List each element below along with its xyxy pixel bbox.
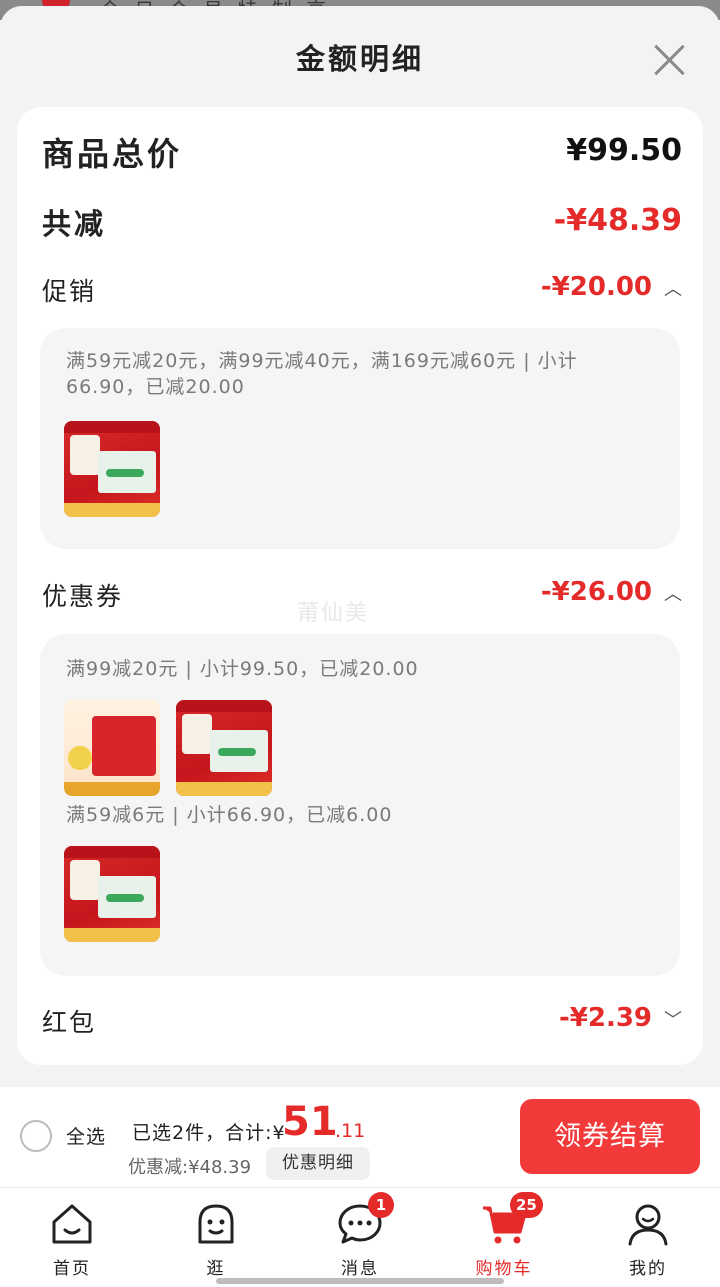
select-all-label[interactable]: 全选 <box>66 1122 106 1149</box>
discount-summary: 优惠减:¥48.39 <box>128 1157 252 1178</box>
detail-card: 商品总价 ¥99.50 共减 -¥48.39 促销 -¥20.00 ︿ 满59元减… <box>17 107 703 1065</box>
tab-browse[interactable]: 逛 <box>156 1188 276 1287</box>
total-reduction-row: 共减 -¥48.39 <box>42 201 682 245</box>
total-amount-integer: 51 <box>282 1099 338 1145</box>
tab-label: 购物车 <box>475 1259 533 1279</box>
total-price-label: 商品总价 <box>42 135 183 173</box>
promo-value-group: -¥20.00 ︿ <box>541 272 682 302</box>
promo-detail-box: 满59元减20元，满99元减40元，满169元减60元 | 小计66.90，已减… <box>40 328 680 549</box>
checkout-button[interactable]: 领券结算 <box>520 1099 700 1174</box>
chevron-down-icon[interactable]: ﹀ <box>652 1006 682 1032</box>
chevron-up-icon[interactable]: ︿ <box>652 580 682 606</box>
select-all-radio[interactable] <box>20 1120 52 1152</box>
red-packet-row[interactable]: 红包 -¥2.39 ﹀ <box>42 1003 682 1047</box>
cart-badge: 25 <box>510 1192 543 1218</box>
product-thumbnail-milk[interactable] <box>64 421 160 517</box>
selected-summary-label: 已选2件，合计:¥ <box>132 1122 286 1144</box>
tab-label: 消息 <box>341 1259 379 1279</box>
coupon-value: -¥26.00 <box>540 577 652 607</box>
product-thumbnail-milk[interactable] <box>64 846 160 942</box>
browse-icon <box>198 1204 234 1244</box>
total-price-row: 商品总价 ¥99.50 <box>42 129 682 173</box>
promo-description: 满59元减20元，满99元减40元，满169元减60元 | 小计66.90，已减… <box>66 350 578 398</box>
amount-detail-sheet: 金额明细 商品总价 ¥99.50 共减 -¥48.39 促销 -¥20.00 ︿ … <box>0 6 720 1086</box>
close-icon[interactable] <box>648 38 692 82</box>
tab-home[interactable]: 首页 <box>12 1188 132 1287</box>
red-packet-value-group: -¥2.39 ﹀ <box>559 1003 682 1033</box>
home-indicator <box>216 1278 504 1284</box>
total-price-value: ¥99.50 <box>566 133 682 168</box>
promo-row[interactable]: 促销 -¥20.00 ︿ <box>42 272 682 316</box>
chevron-up-icon[interactable]: ︿ <box>652 275 682 301</box>
sheet-title: 金额明细 <box>295 42 424 76</box>
product-thumbnail-juice[interactable] <box>64 700 160 796</box>
tab-label: 我的 <box>629 1259 667 1279</box>
coupon-description: 满59减6元 | 小计66.90，已减6.00 <box>66 804 393 826</box>
message-badge: 1 <box>368 1192 394 1218</box>
watermark: 莆仙美 <box>297 601 370 626</box>
coupon-detail-box: 满99减20元 | 小计99.50，已减20.00 满59减6元 | 小计66.… <box>40 634 680 976</box>
coupon-label: 优惠券 <box>42 582 124 611</box>
profile-icon <box>628 1204 668 1246</box>
total-reduction-value: -¥48.39 <box>553 203 682 238</box>
discount-detail-button[interactable]: 优惠明细 <box>266 1147 370 1180</box>
promo-value: -¥20.00 <box>540 272 652 302</box>
promo-label: 促销 <box>42 277 97 306</box>
coupon-description: 满99减20元 | 小计99.50，已减20.00 <box>66 658 419 680</box>
total-amount-decimal: .11 <box>335 1120 366 1142</box>
tab-cart[interactable]: 25 购物车 <box>444 1188 564 1287</box>
total-reduction-label: 共减 <box>42 207 107 241</box>
tab-messages[interactable]: 1 消息 <box>300 1188 420 1287</box>
red-packet-value: -¥2.39 <box>558 1003 652 1033</box>
tab-label: 逛 <box>206 1259 226 1279</box>
product-thumbnail-milk[interactable] <box>176 700 272 796</box>
tab-profile[interactable]: 我的 <box>588 1188 708 1287</box>
checkout-bar: 全选 已选2件，合计:¥ 51 .11 优惠减:¥48.39 优惠明细 领券结算 <box>0 1087 720 1187</box>
home-icon <box>52 1204 92 1244</box>
tab-label: 首页 <box>53 1259 91 1279</box>
coupon-value-group: -¥26.00 ︿ <box>541 577 682 607</box>
tab-bar: 首页 逛 1 消息 25 购物车 我的 <box>0 1187 720 1287</box>
red-packet-label: 红包 <box>42 1008 97 1037</box>
